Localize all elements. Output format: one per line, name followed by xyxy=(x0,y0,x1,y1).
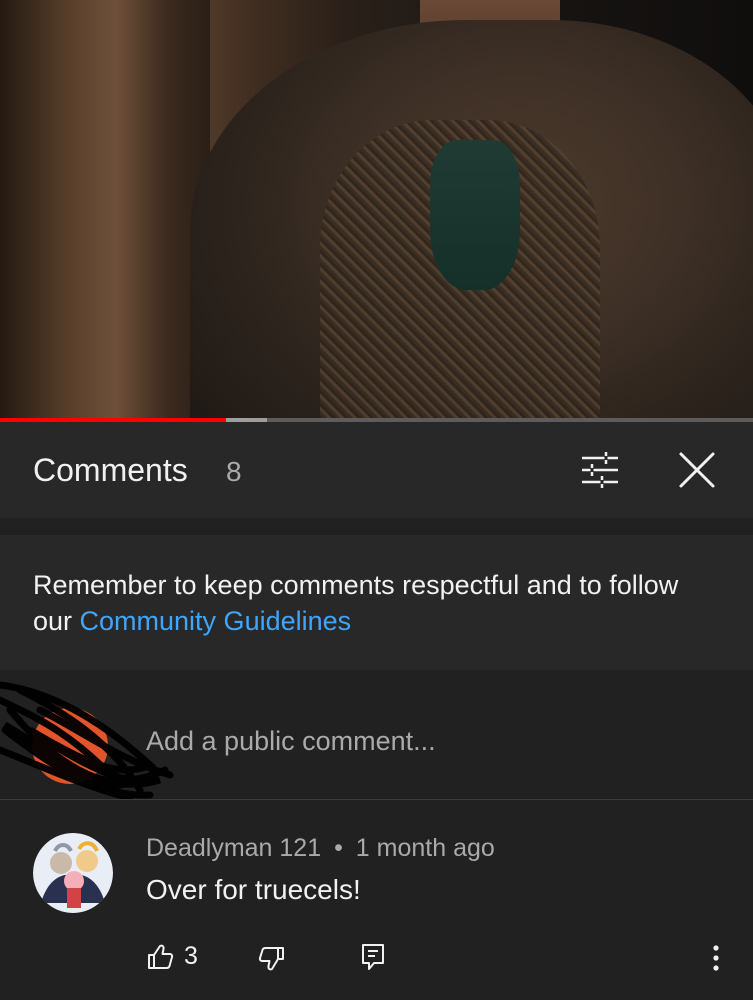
notice-text: Remember to keep comments respectful and… xyxy=(33,567,723,639)
comments-header: Comments 8 xyxy=(0,422,753,518)
reply-icon[interactable] xyxy=(360,943,386,971)
video-player[interactable] xyxy=(0,0,753,418)
add-comment-row[interactable]: Add a public comment... xyxy=(0,670,753,800)
more-options-icon[interactable] xyxy=(706,943,726,973)
comment-item: Deadlyman 121 • 1 month ago Over for tru… xyxy=(0,800,753,1000)
comment-text: Over for truecels! xyxy=(146,874,361,905)
meta-separator: • xyxy=(334,834,343,862)
comment-time: 1 month ago xyxy=(355,834,495,862)
community-guidelines-notice: Remember to keep comments respectful and… xyxy=(0,535,753,670)
comments-title: Comments xyxy=(33,452,188,488)
like-icon[interactable] xyxy=(146,943,174,971)
sort-filter-icon[interactable] xyxy=(578,450,622,490)
video-frame-sweater xyxy=(430,140,520,290)
like-count: 3 xyxy=(184,942,198,970)
video-frame-window xyxy=(0,0,210,418)
comments-count: 8 xyxy=(226,456,242,487)
dislike-icon[interactable] xyxy=(258,945,286,973)
commenter-avatar[interactable] xyxy=(33,833,113,913)
comment-author[interactable]: Deadlyman 121 xyxy=(146,834,321,862)
community-guidelines-link[interactable]: Community Guidelines xyxy=(80,606,352,636)
close-icon[interactable] xyxy=(676,449,718,491)
add-comment-input[interactable]: Add a public comment... xyxy=(146,726,436,757)
comment-meta: Deadlyman 121 • 1 month ago xyxy=(146,834,495,863)
